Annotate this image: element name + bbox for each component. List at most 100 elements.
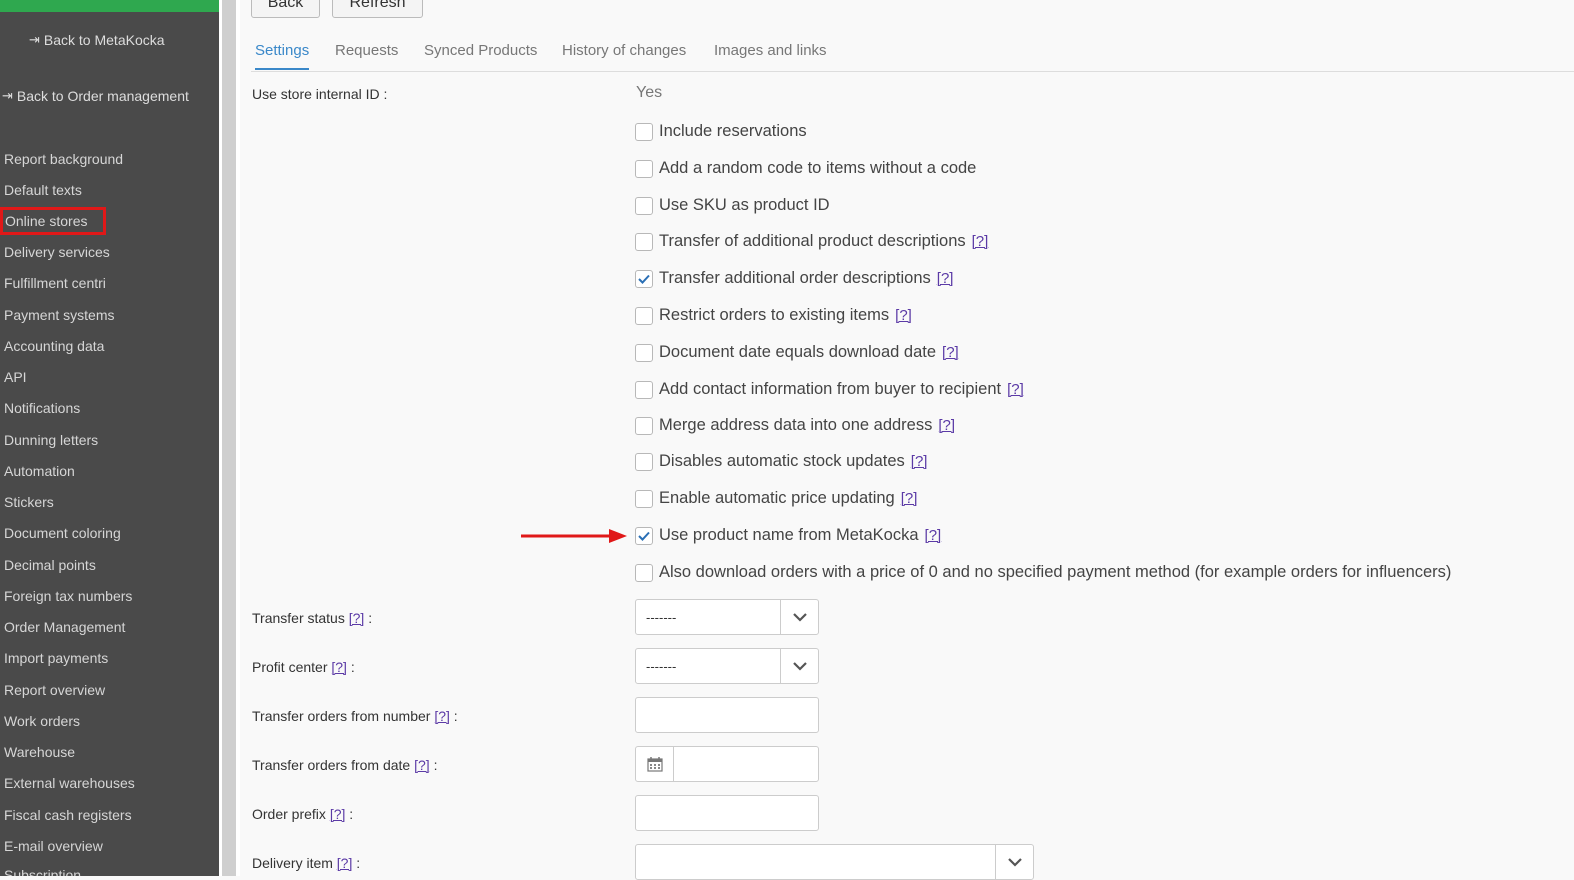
checkbox[interactable] [635,196,653,215]
checkbox-row[interactable]: Merge address data into one address [?] [635,416,955,435]
delivery-item-select[interactable] [635,844,1034,880]
transfer-status-select[interactable]: ------- [635,599,819,635]
sidebar-item-foreign-tax-numbers[interactable]: Foreign tax numbers [4,587,132,605]
back-to-metakocka-label: Back to MetaKocka [43,32,165,48]
delivery-item-help-link[interactable]: [?] [337,855,353,871]
order-prefix-text: Order prefix [252,806,326,822]
label-colon: : [453,708,458,724]
sidebar-item-import-payments[interactable]: Import payments [4,649,108,667]
help-link[interactable]: [?] [895,307,912,324]
sidebar-item-document-coloring[interactable]: Document coloring [4,524,121,542]
chevron-down-icon [780,649,818,683]
back-to-metakocka-link[interactable]: ⇥ Back to MetaKocka [29,32,165,48]
sidebar-item-fiscal-cash-registers[interactable]: Fiscal cash registers [4,806,132,824]
help-link[interactable]: [?] [925,527,942,544]
checkbox-row[interactable]: Disables automatic stock updates [?] [635,452,927,471]
sidebar-item-stickers[interactable]: Stickers [4,493,54,511]
help-link[interactable]: [?] [911,453,928,470]
from-date-help-link[interactable]: [?] [414,757,430,773]
checkbox-label: Restrict orders to existing items [659,306,890,324]
checkbox-row[interactable]: Document date equals download date [?] [635,343,959,362]
checkbox[interactable] [635,232,653,251]
from-date-label: Transfer orders from date [?] : [252,757,437,773]
from-number-help-link[interactable]: [?] [434,708,450,724]
help-link[interactable]: [?] [938,417,955,434]
checkbox-row[interactable]: Also download orders with a price of 0 a… [635,563,1451,582]
checkbox-row[interactable]: Transfer additional order descriptions [?… [635,269,953,288]
from-date-input[interactable] [635,746,819,782]
help-link[interactable]: [?] [901,490,918,507]
checkbox[interactable] [635,489,653,508]
sidebar-item-report-background[interactable]: Report background [4,150,123,168]
checkbox-label: Add a random code to items without a cod… [659,159,977,177]
help-link[interactable]: [?] [942,344,959,361]
profit-center-text: Profit center [252,659,328,675]
order-prefix-label: Order prefix [?] : [252,806,353,822]
checkbox-row[interactable]: Use SKU as product ID [635,196,830,215]
checkbox-label: Use product name from MetaKocka [659,526,919,544]
checkbox[interactable] [635,380,653,399]
checkbox-row[interactable]: Transfer of additional product descripti… [635,232,988,251]
profit-center-select[interactable]: ------- [635,648,819,684]
help-link[interactable]: [?] [937,270,954,287]
checkbox[interactable] [635,416,653,435]
help-link[interactable]: [?] [1007,381,1024,398]
sidebar-item-fulfillment-centri[interactable]: Fulfillment centri [4,274,106,292]
sidebar-item-payment-systems[interactable]: Payment systems [4,306,114,324]
sidebar-item-automation[interactable]: Automation [4,462,75,480]
checkbox-row[interactable]: Use product name from MetaKocka [?] [635,526,941,545]
sidebar-item-external-warehouses[interactable]: External warehouses [4,774,135,792]
checkbox[interactable] [635,563,653,582]
back-to-order-management-link[interactable]: ⇥ Back to Order management [2,88,189,104]
from-number-input[interactable] [635,697,819,733]
checkbox[interactable] [635,526,653,545]
sidebar-item-api[interactable]: API [4,368,27,386]
sidebar-item-report-overview[interactable]: Report overview [4,681,105,699]
help-link[interactable]: [?] [972,233,989,250]
checkbox-label: Include reservations [659,122,807,140]
sidebar-item-dunning-letters[interactable]: Dunning letters [4,431,98,449]
tab-history-of-changes[interactable]: History of changes [562,42,686,59]
checkbox-row[interactable]: Add contact information from buyer to re… [635,380,1024,399]
checkbox[interactable] [635,306,653,325]
sidebar-item-decimal-points[interactable]: Decimal points [4,556,96,574]
checkbox-label: Transfer of additional product descripti… [659,232,966,250]
delivery-item-text: Delivery item [252,855,333,871]
sidebar-item-order-management[interactable]: Order Management [4,618,125,636]
sidebar-item-default-texts[interactable]: Default texts [4,181,82,199]
tab-synced-products[interactable]: Synced Products [424,42,537,59]
checkbox-label: Use SKU as product ID [659,196,830,214]
scrollbar-thumb[interactable] [222,0,236,876]
checkbox-row[interactable]: Restrict orders to existing items [?] [635,306,912,325]
sidebar-item-accounting-data[interactable]: Accounting data [4,337,104,355]
sidebar-item-notifications[interactable]: Notifications [4,399,80,417]
checkbox[interactable] [635,159,653,178]
sidebar-item-work-orders[interactable]: Work orders [4,712,80,730]
order-prefix-help-link[interactable]: [?] [330,806,346,822]
checkbox[interactable] [635,269,653,288]
checkbox[interactable] [635,122,653,141]
refresh-button[interactable]: Refresh [332,0,423,18]
sidebar-item-online-stores[interactable]: Online stores [0,207,107,235]
sidebar-item-email-overview[interactable]: E-mail overview [4,837,103,855]
sidebar-scrollbar[interactable] [219,0,240,876]
checkbox[interactable] [635,343,653,362]
tab-requests[interactable]: Requests [335,42,398,59]
back-button[interactable]: Back [251,0,320,18]
checkbox[interactable] [635,452,653,471]
checkbox-row[interactable]: Add a random code to items without a cod… [635,159,976,178]
tab-images-and-links[interactable]: Images and links [714,42,827,59]
sidebar-item-delivery-services[interactable]: Delivery services [4,243,110,261]
calendar-icon[interactable] [636,747,674,781]
order-prefix-input[interactable] [635,795,819,831]
transfer-status-help-link[interactable]: [?] [349,610,365,626]
from-number-text: Transfer orders from number [252,708,431,724]
profit-center-help-link[interactable]: [?] [331,659,347,675]
profit-center-label: Profit center [?] : [252,659,355,675]
sidebar-item-subscription[interactable]: Subscription [4,866,81,876]
checkbox-row[interactable]: Include reservations [635,122,807,141]
tab-settings[interactable]: Settings [255,42,310,70]
checkbox-row[interactable]: Enable automatic price updating [?] [635,489,917,508]
checkbox-label: Merge address data into one address [659,416,933,434]
sidebar-item-warehouse[interactable]: Warehouse [4,743,75,761]
